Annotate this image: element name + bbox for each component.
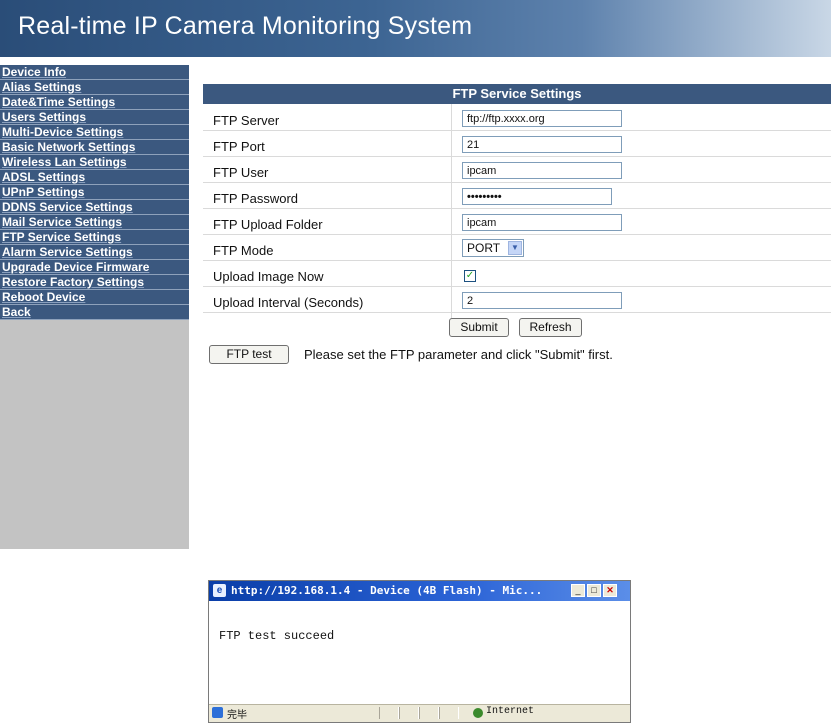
settings-title: FTP Service Settings <box>203 84 831 104</box>
row-divider <box>203 130 831 131</box>
upload-now-checkbox[interactable]: ✓ <box>464 270 476 282</box>
ftp-user-label: FTP User <box>213 165 269 180</box>
sidebar-item-ftp[interactable]: FTP Service Settings <box>0 230 189 245</box>
ftp-mode-value: PORT <box>467 241 501 255</box>
sidebar-item-datetime-settings[interactable]: Date&Time Settings <box>0 95 189 110</box>
page-icon <box>212 707 223 718</box>
ftp-password-label: FTP Password <box>213 191 299 206</box>
browser-icon: e <box>213 584 226 597</box>
sidebar-item-alias-settings[interactable]: Alias Settings <box>0 80 189 95</box>
popup-titlebar[interactable]: e http://192.168.1.4 - Device (4B Flash)… <box>209 581 630 601</box>
sidebar-item-users-settings[interactable]: Users Settings <box>0 110 189 125</box>
chevron-down-icon[interactable]: ▼ <box>508 241 522 255</box>
ftp-user-input[interactable] <box>462 162 622 179</box>
sidebar-item-basic-network[interactable]: Basic Network Settings <box>0 140 189 155</box>
maximize-icon[interactable]: □ <box>587 584 601 597</box>
sidebar-item-back[interactable]: Back <box>0 305 189 320</box>
sidebar-item-upgrade-firmware[interactable]: Upgrade Device Firmware <box>0 260 189 275</box>
minimize-icon[interactable]: _ <box>571 584 585 597</box>
sidebar: Device Info Alias Settings Date&Time Set… <box>0 65 189 549</box>
internet-zone-icon <box>473 708 483 718</box>
column-divider <box>451 104 452 322</box>
ftp-mode-label: FTP Mode <box>213 243 274 258</box>
sidebar-item-upnp[interactable]: UPnP Settings <box>0 185 189 200</box>
ftp-server-input[interactable] <box>462 110 622 127</box>
submit-button[interactable]: Submit <box>449 318 509 337</box>
row-divider <box>203 182 831 183</box>
popup-title: http://192.168.1.4 - Device (4B Flash) -… <box>231 584 543 597</box>
ftp-hint-text: Please set the FTP parameter and click "… <box>304 347 613 362</box>
row-divider <box>203 312 831 313</box>
sidebar-item-ddns[interactable]: DDNS Service Settings <box>0 200 189 215</box>
status-segment <box>399 707 419 719</box>
ftp-server-label: FTP Server <box>213 113 280 128</box>
close-icon[interactable]: ✕ <box>603 584 617 597</box>
sidebar-item-wireless-lan[interactable]: Wireless Lan Settings <box>0 155 189 170</box>
ftp-folder-input[interactable] <box>462 214 622 231</box>
row-divider <box>203 260 831 261</box>
ftp-port-label: FTP Port <box>213 139 265 154</box>
refresh-button[interactable]: Refresh <box>519 318 582 337</box>
header-banner: Real-time IP Camera Monitoring System <box>0 0 831 57</box>
status-zone-text: Internet <box>486 706 535 717</box>
upload-interval-input[interactable] <box>462 292 622 309</box>
status-segment <box>379 707 399 719</box>
row-divider <box>203 286 831 287</box>
ftp-mode-select[interactable]: PORT ▼ <box>462 239 524 257</box>
sidebar-item-multi-device[interactable]: Multi-Device Settings <box>0 125 189 140</box>
popup-message: FTP test succeed <box>219 629 335 643</box>
upload-now-label: Upload Image Now <box>213 269 324 284</box>
status-segment <box>439 707 459 719</box>
ftp-port-input[interactable] <box>462 136 622 153</box>
row-divider <box>203 208 831 209</box>
sidebar-item-reboot[interactable]: Reboot Device <box>0 290 189 305</box>
upload-interval-label: Upload Interval (Seconds) <box>213 295 364 310</box>
sidebar-item-mail[interactable]: Mail Service Settings <box>0 215 189 230</box>
ftp-password-input[interactable] <box>462 188 612 205</box>
ftp-test-popup-window: e http://192.168.1.4 - Device (4B Flash)… <box>208 580 631 723</box>
sidebar-item-alarm[interactable]: Alarm Service Settings <box>0 245 189 260</box>
row-divider <box>203 234 831 235</box>
sidebar-item-restore-factory[interactable]: Restore Factory Settings <box>0 275 189 290</box>
sidebar-item-adsl[interactable]: ADSL Settings <box>0 170 189 185</box>
ftp-test-button[interactable]: FTP test <box>209 345 289 364</box>
status-done-text: 完毕 <box>227 710 247 721</box>
ftp-folder-label: FTP Upload Folder <box>213 217 323 232</box>
app-title: Real-time IP Camera Monitoring System <box>18 12 473 40</box>
popup-status-bar: 完毕 Internet <box>209 704 630 722</box>
sidebar-item-device-info[interactable]: Device Info <box>0 65 189 80</box>
row-divider <box>203 156 831 157</box>
status-segment <box>419 707 439 719</box>
